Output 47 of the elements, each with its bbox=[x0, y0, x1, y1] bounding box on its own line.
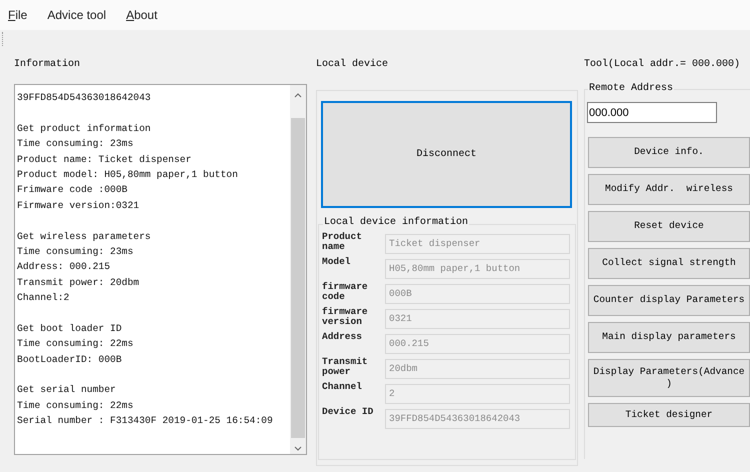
scrollbar-thumb[interactable] bbox=[291, 118, 305, 438]
scrollbar[interactable] bbox=[290, 85, 306, 454]
menu-item[interactable]: About bbox=[126, 6, 158, 24]
log-text-area[interactable] bbox=[14, 84, 307, 455]
field-label: Channel bbox=[321, 382, 363, 392]
field-label: Product name bbox=[321, 232, 363, 252]
log-line: Product model: H05,80mm paper,1 button bbox=[17, 168, 238, 182]
tool-button[interactable]: Reset device bbox=[588, 210, 750, 242]
log-line: Address: 000.215 bbox=[17, 260, 110, 274]
log-line: Time consuming: 22ms bbox=[17, 398, 134, 413]
menu-item[interactable]: File bbox=[8, 6, 28, 24]
field-label: Transmit power bbox=[321, 357, 369, 377]
panel-title: Tool(Local addr.= 000.000) bbox=[584, 58, 742, 72]
log-line: Serial number : F313430F 2019-01-25 16:54:09 bbox=[17, 414, 273, 428]
log-line: Time consuming: 22ms bbox=[17, 337, 134, 352]
log-line: Channel:2 bbox=[17, 291, 70, 306]
log-line: Get serial number bbox=[17, 383, 116, 398]
log-line: 39FFD854D54363018642043 bbox=[17, 91, 151, 105]
field-label: Address bbox=[321, 332, 363, 342]
field-label: Device ID bbox=[321, 407, 374, 417]
log-line: Get boot loader ID bbox=[17, 322, 122, 336]
log-line: Frimware code :000B bbox=[17, 183, 128, 198]
tool-button[interactable]: Modify Addr. wireless bbox=[588, 174, 750, 204]
log-line: Time consuming: 23ms bbox=[17, 137, 134, 152]
remote-address-field[interactable]: 000.000 bbox=[587, 102, 717, 123]
log-line: Product name: Ticket dispenser bbox=[17, 152, 192, 167]
panel-title: Local device bbox=[316, 58, 390, 72]
log-line: BootLoaderID: 000B bbox=[17, 352, 122, 367]
log-line: Transmit power: 20dbm bbox=[17, 276, 140, 290]
menu-item[interactable]: Advice tool bbox=[47, 6, 106, 24]
field-label: Model bbox=[321, 257, 352, 267]
field-label: firmware code bbox=[321, 282, 369, 302]
tool-button[interactable]: Display Parameters(Advance ) bbox=[588, 358, 750, 396]
scroll-down-icon[interactable] bbox=[294, 446, 302, 451]
tool-button[interactable]: Main display parameters bbox=[588, 322, 750, 352]
log-line: Firmware version:0321 bbox=[17, 198, 140, 213]
log-line: Time consuming: 23ms bbox=[17, 244, 134, 259]
tool-button[interactable]: Device info. bbox=[588, 136, 750, 168]
log-line: Get product information bbox=[17, 122, 151, 136]
log-line: Get wireless parameters bbox=[17, 230, 151, 244]
tool-button[interactable]: Counter display Parameters bbox=[588, 284, 750, 316]
panel-title: Information bbox=[14, 58, 82, 72]
field-label: firmware version bbox=[321, 307, 369, 327]
tool-button[interactable]: Collect signal strength bbox=[588, 248, 750, 278]
tool-button[interactable]: Ticket designer bbox=[588, 402, 750, 426]
scroll-up-icon[interactable] bbox=[294, 93, 302, 98]
disconnect-button[interactable]: Disconnect bbox=[321, 101, 572, 208]
